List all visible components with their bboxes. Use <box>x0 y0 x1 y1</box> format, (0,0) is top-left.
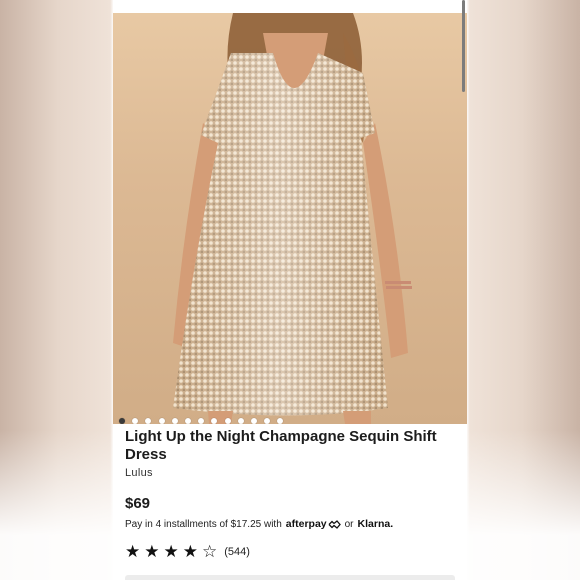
size-selector-box[interactable] <box>125 575 455 580</box>
afterpay-link[interactable]: afterpay <box>286 518 341 530</box>
carousel-dot[interactable] <box>158 418 165 424</box>
installments-info: Pay in 4 installments of $17.25 with aft… <box>125 518 393 530</box>
product-image[interactable] <box>113 13 467 424</box>
star-filled-icon: ★ <box>144 542 160 561</box>
product-card: Light Up the Night Champagne Sequin Shif… <box>113 0 467 580</box>
carousel-dot[interactable] <box>224 418 231 424</box>
carousel-dot[interactable] <box>198 418 205 424</box>
afterpay-arrows-icon <box>328 519 341 529</box>
carousel-dot[interactable] <box>132 418 139 424</box>
brand-name[interactable]: Lulus <box>125 467 153 479</box>
carousel-dot[interactable] <box>184 418 191 424</box>
carousel-dot[interactable] <box>145 418 152 424</box>
star-filled-icon: ★ <box>163 542 179 561</box>
carousel-dot[interactable] <box>264 418 271 424</box>
afterpay-label: afterpay <box>285 518 327 530</box>
klarna-link[interactable]: Klarna. <box>358 518 394 530</box>
carousel-dot[interactable] <box>119 418 125 424</box>
carousel-dots <box>119 418 284 424</box>
carousel-dot[interactable] <box>211 418 218 424</box>
star-filled-icon: ★ <box>182 542 198 561</box>
product-title: Light Up the Night Champagne Sequin Shif… <box>125 428 437 463</box>
carousel-dot[interactable] <box>250 418 257 424</box>
installments-text: Pay in 4 installments of $17.25 with <box>125 518 282 530</box>
review-count[interactable]: (544) <box>224 546 250 558</box>
star-filled-icon: ★ <box>125 542 141 561</box>
carousel-dot[interactable] <box>237 418 244 424</box>
dress-photo-illustration <box>173 13 412 424</box>
rating[interactable]: ★ ★ ★ ★ ☆ (544) <box>125 543 250 560</box>
star-empty-icon: ☆ <box>202 542 218 561</box>
or-text: or <box>344 518 354 530</box>
carousel-dot[interactable] <box>171 418 178 424</box>
product-price: $69 <box>125 495 151 512</box>
carousel-dot[interactable] <box>277 418 284 424</box>
scrollbar[interactable] <box>462 0 465 92</box>
